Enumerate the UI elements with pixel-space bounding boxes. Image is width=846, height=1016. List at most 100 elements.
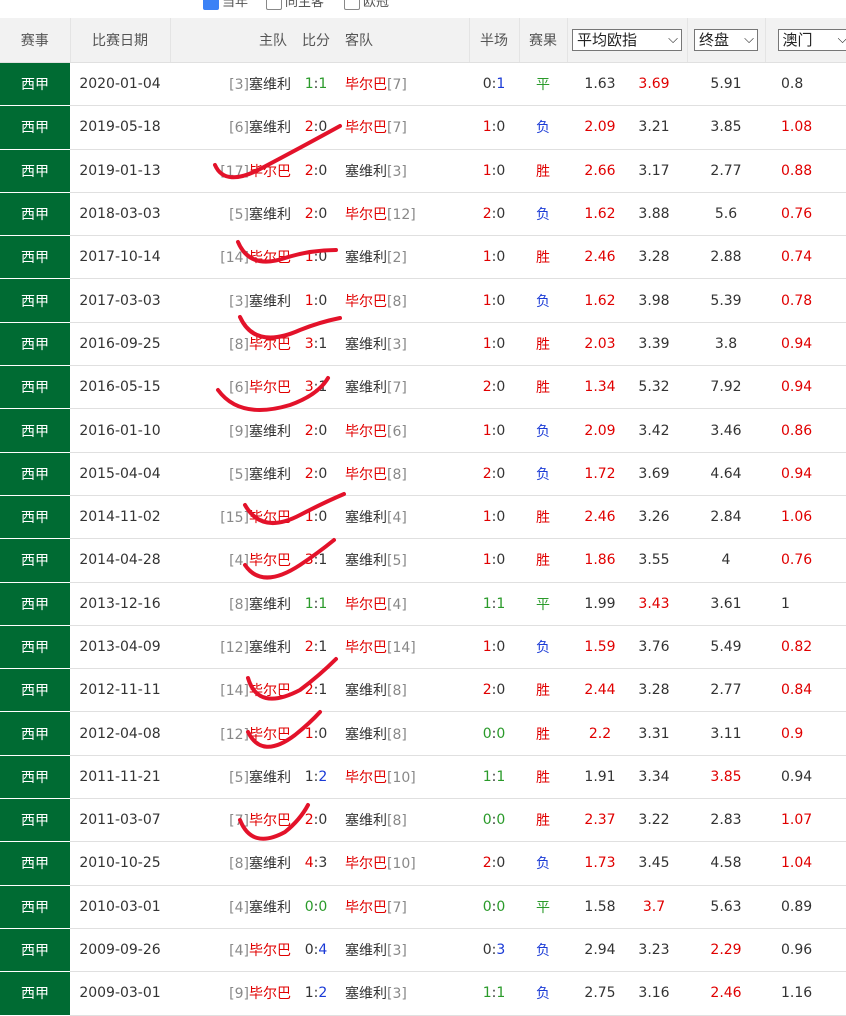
home-team-cell[interactable]: [9]毕尔巴 bbox=[170, 972, 293, 1015]
odds-cell[interactable]: 1.593.76 bbox=[567, 625, 687, 668]
table-row[interactable]: 西甲 2010-10-25 [8]塞维利 4:3 毕尔巴[10] 2:0 负 1… bbox=[0, 842, 846, 885]
home-team[interactable]: 塞维利 bbox=[249, 597, 291, 613]
home-team-cell[interactable]: [14]毕尔巴 bbox=[170, 669, 293, 712]
home-team-cell[interactable]: [6]塞维利 bbox=[170, 106, 293, 149]
away-team[interactable]: 塞维利 bbox=[345, 337, 387, 353]
away-team-cell[interactable]: 塞维利[8] bbox=[339, 669, 469, 712]
away-team-cell[interactable]: 毕尔巴[7] bbox=[339, 106, 469, 149]
odds-cell[interactable]: 1.723.69 bbox=[567, 452, 687, 495]
away-team-cell[interactable]: 毕尔巴[12] bbox=[339, 192, 469, 235]
odds-cell[interactable]: 2.753.16 bbox=[567, 972, 687, 1015]
table-row[interactable]: 西甲 2019-01-13 [17]毕尔巴 2:0 塞维利[3] 1:0 胜 2… bbox=[0, 149, 846, 192]
checkbox-same-venue[interactable] bbox=[266, 0, 282, 10]
away-team-cell[interactable]: 毕尔巴[7] bbox=[339, 63, 469, 106]
home-team[interactable]: 毕尔巴 bbox=[249, 553, 291, 569]
table-row[interactable]: 西甲 2018-03-03 [5]塞维利 2:0 毕尔巴[12] 2:0 负 1… bbox=[0, 192, 846, 235]
home-team[interactable]: 毕尔巴 bbox=[249, 727, 291, 743]
away-team[interactable]: 毕尔巴 bbox=[345, 207, 387, 223]
score-cell[interactable]: 2:0 bbox=[293, 799, 339, 842]
away-team-cell[interactable]: 塞维利[8] bbox=[339, 799, 469, 842]
away-team[interactable]: 毕尔巴 bbox=[345, 640, 387, 656]
away-team[interactable]: 塞维利 bbox=[345, 683, 387, 699]
table-row[interactable]: 西甲 2010-03-01 [4]塞维利 0:0 毕尔巴[7] 0:0 平 1.… bbox=[0, 885, 846, 928]
table-row[interactable]: 西甲 2012-11-11 [14]毕尔巴 2:1 塞维利[8] 2:0 胜 2… bbox=[0, 669, 846, 712]
home-team-cell[interactable]: [7]毕尔巴 bbox=[170, 799, 293, 842]
score-cell[interactable]: 1:0 bbox=[293, 236, 339, 279]
odds-cell[interactable]: 1.583.7 bbox=[567, 885, 687, 928]
score-cell[interactable]: 4:3 bbox=[293, 842, 339, 885]
home-team[interactable]: 毕尔巴 bbox=[249, 164, 291, 180]
away-team-cell[interactable]: 毕尔巴[10] bbox=[339, 755, 469, 798]
league-cell[interactable]: 西甲 bbox=[0, 625, 70, 668]
league-cell[interactable]: 西甲 bbox=[0, 799, 70, 842]
table-row[interactable]: 西甲 2016-09-25 [8]毕尔巴 3:1 塞维利[3] 1:0 胜 2.… bbox=[0, 322, 846, 365]
league-cell[interactable]: 西甲 bbox=[0, 192, 70, 235]
home-team[interactable]: 毕尔巴 bbox=[249, 380, 291, 396]
home-team-cell[interactable]: [14]毕尔巴 bbox=[170, 236, 293, 279]
table-row[interactable]: 西甲 2015-04-04 [5]塞维利 2:0 毕尔巴[8] 2:0 负 1.… bbox=[0, 452, 846, 495]
home-team-cell[interactable]: [8]塞维利 bbox=[170, 582, 293, 625]
odds-cell[interactable]: 2.943.23 bbox=[567, 928, 687, 971]
away-team[interactable]: 塞维利 bbox=[345, 250, 387, 266]
league-cell[interactable]: 西甲 bbox=[0, 495, 70, 538]
home-team[interactable]: 塞维利 bbox=[249, 900, 291, 916]
home-team-cell[interactable]: [9]塞维利 bbox=[170, 409, 293, 452]
away-team-cell[interactable]: 塞维利[2] bbox=[339, 236, 469, 279]
home-team[interactable]: 塞维利 bbox=[249, 856, 291, 872]
away-team-cell[interactable]: 塞维利[7] bbox=[339, 366, 469, 409]
away-team-cell[interactable]: 塞维利[5] bbox=[339, 539, 469, 582]
home-team[interactable]: 毕尔巴 bbox=[249, 510, 291, 526]
final-select[interactable]: 终盘⌵ bbox=[694, 29, 758, 51]
league-cell[interactable]: 西甲 bbox=[0, 409, 70, 452]
away-team-cell[interactable]: 毕尔巴[10] bbox=[339, 842, 469, 885]
table-row[interactable]: 西甲 2020-01-04 [3]塞维利 1:1 毕尔巴[7] 0:1 平 1.… bbox=[0, 63, 846, 106]
score-cell[interactable]: 1:1 bbox=[293, 582, 339, 625]
away-team[interactable]: 塞维利 bbox=[345, 510, 387, 526]
odds-cell[interactable]: 2.463.28 bbox=[567, 236, 687, 279]
home-team[interactable]: 塞维利 bbox=[249, 120, 291, 136]
odds-cell[interactable]: 1.733.45 bbox=[567, 842, 687, 885]
checkbox-current-year[interactable] bbox=[203, 0, 219, 10]
odds-cell[interactable]: 1.623.98 bbox=[567, 279, 687, 322]
home-team-cell[interactable]: [6]毕尔巴 bbox=[170, 366, 293, 409]
home-team[interactable]: 毕尔巴 bbox=[249, 683, 291, 699]
away-team-cell[interactable]: 塞维利[3] bbox=[339, 322, 469, 365]
home-team-cell[interactable]: [15]毕尔巴 bbox=[170, 495, 293, 538]
home-team[interactable]: 毕尔巴 bbox=[249, 813, 291, 829]
home-team[interactable]: 塞维利 bbox=[249, 640, 291, 656]
table-row[interactable]: 西甲 2009-09-26 [4]毕尔巴 0:4 塞维利[3] 0:3 负 2.… bbox=[0, 928, 846, 971]
score-cell[interactable]: 2:1 bbox=[293, 669, 339, 712]
away-team[interactable]: 塞维利 bbox=[345, 553, 387, 569]
score-cell[interactable]: 2:1 bbox=[293, 625, 339, 668]
away-team-cell[interactable]: 塞维利[8] bbox=[339, 712, 469, 755]
score-cell[interactable]: 1:0 bbox=[293, 712, 339, 755]
home-team[interactable]: 毕尔巴 bbox=[249, 250, 291, 266]
home-team-cell[interactable]: [5]塞维利 bbox=[170, 755, 293, 798]
score-cell[interactable]: 1:1 bbox=[293, 63, 339, 106]
odds-cell[interactable]: 2.033.39 bbox=[567, 322, 687, 365]
score-cell[interactable]: 1:2 bbox=[293, 755, 339, 798]
odds-cell[interactable]: 2.093.21 bbox=[567, 106, 687, 149]
league-cell[interactable]: 西甲 bbox=[0, 928, 70, 971]
away-team-cell[interactable]: 毕尔巴[8] bbox=[339, 279, 469, 322]
odds-company-select[interactable]: 平均欧指⌵ bbox=[572, 29, 682, 51]
away-team-cell[interactable]: 塞维利[3] bbox=[339, 972, 469, 1015]
score-cell[interactable]: 3:1 bbox=[293, 366, 339, 409]
odds-cell[interactable]: 1.345.32 bbox=[567, 366, 687, 409]
away-team[interactable]: 毕尔巴 bbox=[345, 856, 387, 872]
away-team[interactable]: 塞维利 bbox=[345, 943, 387, 959]
home-team[interactable]: 塞维利 bbox=[249, 467, 291, 483]
score-cell[interactable]: 1:0 bbox=[293, 279, 339, 322]
score-cell[interactable]: 2:0 bbox=[293, 106, 339, 149]
league-cell[interactable]: 西甲 bbox=[0, 755, 70, 798]
away-team[interactable]: 塞维利 bbox=[345, 164, 387, 180]
home-team-cell[interactable]: [4]塞维利 bbox=[170, 885, 293, 928]
odds-cell[interactable]: 1.913.34 bbox=[567, 755, 687, 798]
score-cell[interactable]: 3:1 bbox=[293, 322, 339, 365]
away-team-cell[interactable]: 毕尔巴[4] bbox=[339, 582, 469, 625]
table-row[interactable]: 西甲 2013-12-16 [8]塞维利 1:1 毕尔巴[4] 1:1 平 1.… bbox=[0, 582, 846, 625]
away-team[interactable]: 毕尔巴 bbox=[345, 120, 387, 136]
home-team-cell[interactable]: [4]毕尔巴 bbox=[170, 539, 293, 582]
odds-cell[interactable]: 2.093.42 bbox=[567, 409, 687, 452]
league-cell[interactable]: 西甲 bbox=[0, 712, 70, 755]
